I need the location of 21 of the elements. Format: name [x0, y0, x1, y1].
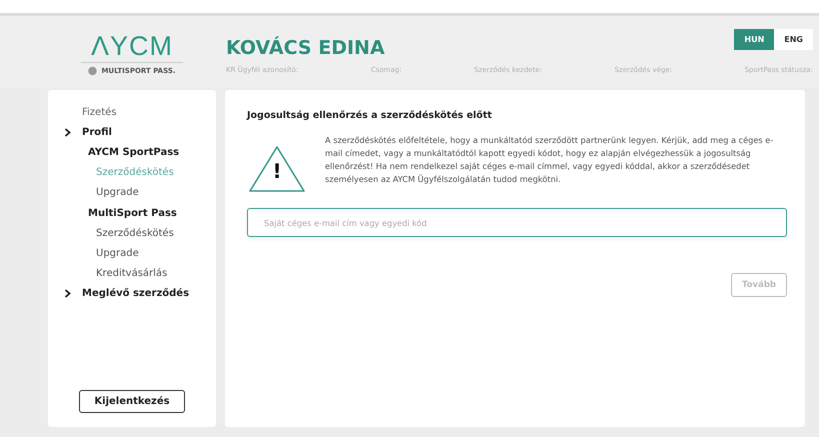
warning-icon: ! [247, 144, 307, 194]
menu-item[interactable]: MultiSport Pass [88, 208, 177, 219]
logo-icon [88, 66, 98, 76]
menu-item[interactable]: Szerződéskötés [96, 228, 174, 239]
user-name: KOVÁCS EDINA [226, 36, 385, 60]
menu-item[interactable]: AYCM SportPass [88, 146, 180, 158]
language-tab[interactable]: ENG [774, 29, 813, 50]
menu-item[interactable]: Upgrade [96, 248, 139, 259]
language-tab[interactable]: HUN [734, 29, 774, 50]
input-field[interactable]: Saját céges e-mail cím vagy egyedi kód [247, 208, 787, 237]
menu-item[interactable]: Kreditvásárlás [96, 268, 168, 280]
section-title: Jogosultság ellenőrzés a szerződéskötés előtt [247, 110, 493, 121]
logo-text: ΛYCM [80, 32, 184, 63]
notice-text: A szerződéskötés előfeltétele, hogy a munkáltatód szerződött partnerünk legyen. Kérjük, add meg a céges e-mail címedet, vagy a munkáltatódtól kapott egyedi kódot, hogy ez alapján elvégezhessük a jogosultság ellenőrzést! Ha nem rendelkezel saját céges e-mail címmel, vagy egyedi kóddal, akkor a szerződésedet személyesen az AYCM Ügyfélszolgálatán tudod megkötni. [325, 134, 774, 186]
menu-item[interactable]: Fizetés [82, 106, 116, 118]
chevron-icon [64, 128, 71, 137]
menu-item[interactable]: Profil [82, 126, 112, 138]
menu-item[interactable]: Upgrade [96, 187, 139, 198]
menu-item[interactable]: Meglévő szerződés [82, 288, 190, 300]
logout-button[interactable]: Kijelentkezés [79, 390, 185, 413]
chevron-icon [64, 289, 71, 298]
